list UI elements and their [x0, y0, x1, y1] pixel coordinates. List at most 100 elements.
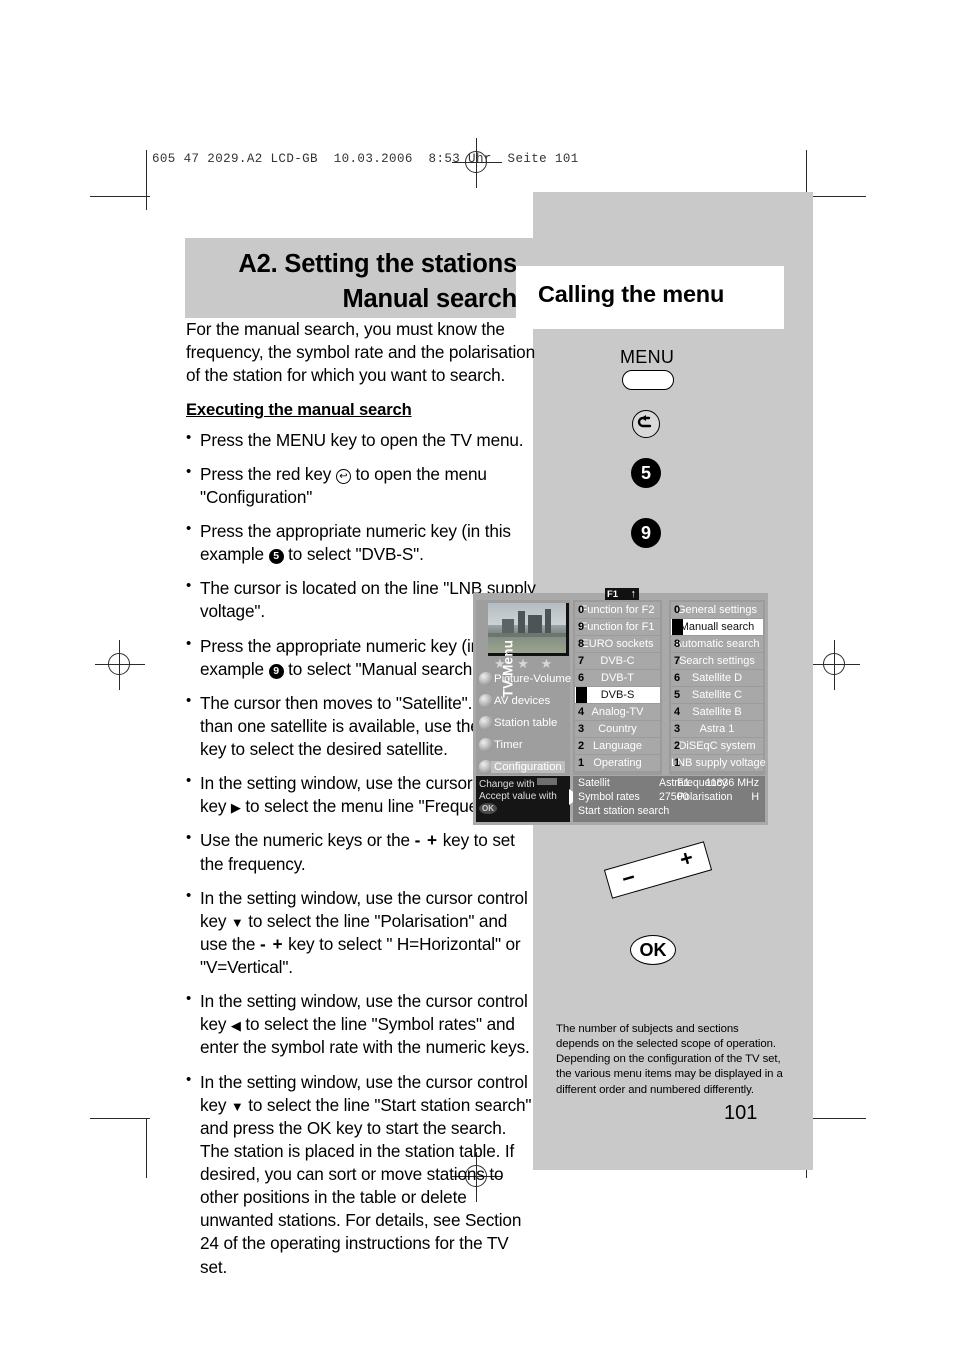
- cursor-arrow-icon: ▶: [230, 800, 241, 816]
- osd-mid-item-dvb-c[interactable]: 7 DVB-C: [575, 653, 660, 669]
- plus-minus-icon: [537, 778, 558, 785]
- osd-sidebar-item-timer[interactable]: Timer: [494, 739, 523, 751]
- osd-right-item-satellite-d[interactable]: 6 Satellite D: [671, 670, 763, 686]
- step-red-key: Press the red key ↩ to open the menu "Co…: [186, 462, 536, 509]
- page-title-line1: A2. Setting the stations: [238, 250, 517, 278]
- footnote-text: The number of subjects and sections depe…: [556, 1023, 783, 1096]
- return-arrow-icon: [637, 415, 652, 428]
- osd-mid-item-dvb-t[interactable]: 6 DVB-T: [575, 670, 660, 686]
- osd-mid-item-operating[interactable]: 1 Operating: [575, 755, 660, 771]
- osd-row-number: 5: [576, 687, 587, 703]
- osd-hint-box: Change with Accept value with OK: [476, 776, 570, 822]
- numeric-key-5[interactable]: 5: [631, 458, 661, 488]
- osd-right-item-lnb-supply-voltage[interactable]: 1 LNB supply voltage: [671, 755, 766, 771]
- cursor-arrow-icon: ◀: [230, 1018, 241, 1034]
- numeric-key-9-inline: 9: [268, 663, 284, 679]
- osd-sidebar-bullet-icon: [479, 716, 493, 730]
- osd-row-label: Analog-TV: [591, 706, 644, 718]
- osd-sidebar: ★ ★ ★ TV-Menu Picture-Volume AV devices St…: [476, 600, 571, 775]
- osd-row-number: 2: [577, 740, 585, 752]
- osd-row-label: Manuall search: [679, 621, 755, 633]
- osd-sidebar-item-station-table[interactable]: Station table: [494, 717, 557, 729]
- osd-row-label: Operating: [593, 757, 642, 769]
- osd-row-label: DVB-T: [601, 672, 634, 684]
- osd-right-item-automatic-search[interactable]: 8 Automatic search: [671, 636, 763, 652]
- rocker-plus-label: +: [676, 844, 697, 872]
- menu-key-label: MENU: [620, 347, 675, 367]
- osd-column-right: 0 General settings 9 Manuall search 8 Automat…: [669, 600, 766, 775]
- osd-row-label: Function for F1: [580, 621, 655, 633]
- osd-hint-line1: Change with: [479, 779, 535, 790]
- step-symbol-rate: In the setting window, use the cursor co…: [186, 989, 536, 1059]
- osd-right-item-search-settings[interactable]: 7 Search settings: [671, 653, 763, 669]
- osd-mid-item-function-for-f1[interactable]: 9 Function for F1: [575, 619, 660, 635]
- osd-mid-item-country[interactable]: 3 Country: [575, 721, 660, 737]
- osd-sidebar-item-av-devices[interactable]: AV devices: [494, 695, 550, 707]
- osd-row-number: 9: [672, 619, 683, 635]
- cursor-arrow-icon: ▼: [230, 1098, 244, 1114]
- osd-row-number: 6: [577, 672, 585, 684]
- osd-settings-row-start[interactable]: Start station search: [573, 804, 765, 818]
- polarisation-label: Polarisation: [677, 791, 733, 803]
- osd-row-number: 4: [673, 706, 681, 718]
- osd-row-number: 3: [673, 723, 681, 735]
- osd-right-item-manuall-search[interactable]: 9 Manuall search: [671, 619, 763, 635]
- plus-minus-key-inline: - +: [414, 830, 439, 851]
- osd-mid-item-function-for-f2[interactable]: 0 Function for F2: [575, 602, 660, 618]
- osd-column-middle: 0 Function for F2 9 Function for F1 8 EURO so…: [573, 600, 662, 775]
- osd-row-label: General settings: [676, 604, 758, 616]
- osd-settings-row-satellite: Satellit Astra1 Frequency 11836 MHz: [573, 776, 765, 790]
- osd-sidebar-item-configuration[interactable]: Configuration: [491, 761, 565, 773]
- osd-right-item-diseqc-system[interactable]: 2 DiSEqC system: [671, 738, 763, 754]
- ok-button[interactable]: OK: [630, 935, 676, 965]
- osd-row-number: 0: [673, 604, 681, 616]
- osd-mid-item-euro-sockets[interactable]: 8 EURO sockets: [575, 636, 660, 652]
- osd-row-label: Astra 1: [699, 723, 735, 735]
- osd-row-label: EURO sockets: [581, 638, 654, 650]
- osd-row-number: 6: [673, 672, 681, 684]
- osd-right-item-satellite-b[interactable]: 4 Satellite B: [671, 704, 763, 720]
- osd-right-item-general-settings[interactable]: 0 General settings: [671, 602, 763, 618]
- start-station-search-label: Start station search: [578, 805, 670, 817]
- osd-row-label: Country: [598, 723, 637, 735]
- osd-sidebar-item-picture-volume[interactable]: Picture-Volume: [494, 673, 571, 685]
- osd-row-number: 2: [673, 740, 681, 752]
- osd-right-item-astra-1[interactable]: 3 Astra 1: [671, 721, 763, 737]
- osd-row-label: Satellite C: [691, 689, 743, 701]
- osd-settings-row-symbol[interactable]: Symbol rates 27500 Polarisation H: [573, 790, 765, 804]
- registration-mark-right: [810, 640, 860, 690]
- osd-mid-item-analog-tv[interactable]: 4 Analog-TV: [575, 704, 660, 720]
- steps-list: Press the MENU key to open the TV menu. P…: [186, 428, 536, 1279]
- osd-row-label: DiSEqC system: [678, 740, 756, 752]
- menu-button[interactable]: [622, 370, 674, 390]
- osd-settings-bar: Satellit Astra1 Frequency 11836 MHz Symb…: [573, 776, 765, 822]
- up-arrow-icon: ↑: [630, 588, 637, 600]
- osd-row-number: 4: [577, 706, 585, 718]
- red-key-button[interactable]: [632, 410, 660, 438]
- osd-row-number: 8: [673, 638, 681, 650]
- osd-hint-ok-icon: OK: [479, 803, 497, 814]
- osd-row-number: 3: [577, 723, 585, 735]
- osd-row-number: 0: [577, 604, 585, 616]
- numeric-key-9[interactable]: 9: [631, 518, 661, 548]
- osd-row-label: DVB-C: [600, 655, 635, 667]
- intro-paragraph: For the manual search, you must know the…: [186, 319, 536, 386]
- osd-row-number: 1: [673, 757, 681, 769]
- right-heading-block: Calling the menu: [516, 266, 784, 329]
- return-arrow-icon: ↩: [335, 468, 351, 484]
- left-heading-block: A2. Setting the stations Manual search: [185, 238, 533, 318]
- osd-hint-line2: Accept value with: [479, 791, 557, 802]
- osd-right-item-satellite-c[interactable]: 5 Satellite C: [671, 687, 763, 703]
- osd-row-label: Automatic search: [674, 638, 760, 650]
- osd-mid-item-language[interactable]: 2 Language: [575, 738, 660, 754]
- frequency-value: 11836 MHz: [705, 777, 759, 789]
- page-number: 101: [724, 1102, 758, 1124]
- osd-mid-item-dvb-s[interactable]: 5 DVB-S: [575, 687, 660, 703]
- osd-row-number: 5: [673, 689, 681, 701]
- subheading: Executing the manual search: [186, 400, 412, 420]
- osd-sidebar-bullet-icon: [479, 672, 493, 686]
- cursor-arrow-icon: ▼: [230, 914, 244, 930]
- osd-row-number: 9: [577, 621, 585, 633]
- osd-row-number: 1: [577, 757, 585, 769]
- numeric-key-5-inline: 5: [268, 549, 284, 565]
